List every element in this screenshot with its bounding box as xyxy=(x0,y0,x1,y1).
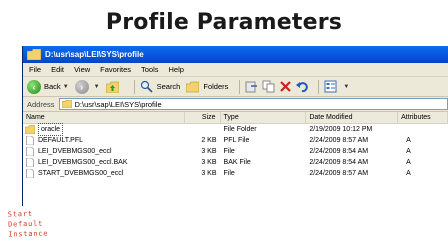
chevron-down-icon: ▼ xyxy=(93,83,100,90)
address-label: Address xyxy=(27,99,55,109)
file-type: File xyxy=(223,170,235,177)
file-row[interactable]: LEI_DVEBMGS00_eccl 3 KB File 2/24/2009 8… xyxy=(23,146,448,157)
folder-icon xyxy=(27,49,41,60)
address-value: D:\usr\sap\LEI\SYS\profile xyxy=(74,99,162,109)
views-button[interactable]: ▼ xyxy=(324,80,349,93)
handwritten-annotation: Start Default Instance xyxy=(8,206,129,239)
chevron-down-icon: ▼ xyxy=(343,83,350,90)
up-folder-button[interactable] xyxy=(105,80,123,93)
file-size: 3 KB xyxy=(201,148,217,155)
file-icon xyxy=(26,158,34,167)
folders-icon xyxy=(186,81,200,93)
search-button[interactable]: Search xyxy=(140,80,181,93)
toolbar-separator xyxy=(133,79,135,94)
file-type: PFL File xyxy=(223,137,250,144)
search-label: Search xyxy=(156,82,181,91)
file-size: 2 KB xyxy=(201,137,217,144)
column-type[interactable]: Type xyxy=(221,111,307,124)
column-date-modified[interactable]: Date Modified xyxy=(306,111,399,124)
file-attributes: A xyxy=(406,159,411,166)
toolbar-separator xyxy=(239,79,241,94)
back-button[interactable]: ‹ Back ▼ xyxy=(27,79,69,94)
file-icon xyxy=(26,136,34,145)
file-date: 2/24/2009 8:54 AM xyxy=(309,148,369,155)
file-type: BAK File xyxy=(223,159,251,166)
file-attributes: A xyxy=(406,137,411,144)
file-type: File Folder xyxy=(223,126,257,133)
address-bar: Address D:\usr\sap\LEI\SYS\profile xyxy=(23,97,448,112)
move-to-icon[interactable] xyxy=(245,80,258,93)
menu-bar: File Edit View Favorites Tools Help xyxy=(23,63,448,77)
file-size: 3 KB xyxy=(201,170,217,177)
window-title: D:\usr\sap\LEI\SYS\profile xyxy=(45,50,144,59)
search-icon xyxy=(140,80,153,93)
file-name: LEI_DVEBMGS00_eccl.BAK xyxy=(38,159,128,166)
file-attributes: A xyxy=(406,170,411,177)
toolbar: ‹ Back ▼ › ▼ Search Folders ▼ xyxy=(23,77,448,97)
file-icon xyxy=(26,147,34,156)
file-date: 2/24/2009 8:57 AM xyxy=(309,170,369,177)
back-arrow-icon: ‹ xyxy=(27,79,41,94)
file-icon xyxy=(26,169,34,178)
address-input[interactable]: D:\usr\sap\LEI\SYS\profile xyxy=(58,98,448,110)
file-row[interactable]: LEI_DVEBMGS00_eccl.BAK 3 KB BAK File 2/2… xyxy=(23,157,448,168)
menu-edit[interactable]: Edit xyxy=(51,65,64,74)
slide-title: Profile Parameters xyxy=(105,10,343,35)
menu-view[interactable]: View xyxy=(74,65,90,74)
window-titlebar[interactable]: D:\usr\sap\LEI\SYS\profile xyxy=(23,46,448,63)
forward-arrow-icon: › xyxy=(74,79,89,94)
file-size: 3 KB xyxy=(201,159,217,166)
column-size[interactable]: Size xyxy=(185,111,221,124)
menu-tools[interactable]: Tools xyxy=(141,65,159,74)
file-name: DEFAULT.PFL xyxy=(38,137,83,144)
file-name: START_DVEBMGS00_eccl xyxy=(38,170,124,177)
column-attributes[interactable]: Attributes xyxy=(398,111,448,124)
file-list: Name Size Type Date Modified Attributes … xyxy=(23,111,448,179)
chevron-down-icon: ▼ xyxy=(62,83,69,90)
menu-help[interactable]: Help xyxy=(169,65,184,74)
file-row[interactable]: START_DVEBMGS00_eccl 3 KB File 2/24/2009… xyxy=(23,168,448,179)
file-row[interactable]: DEFAULT.PFL 2 KB PFL File 2/24/2009 8:57… xyxy=(23,135,448,146)
folder-icon xyxy=(61,100,72,108)
file-date: 2/19/2009 10:12 PM xyxy=(309,126,373,133)
views-icon xyxy=(324,80,337,93)
copy-to-icon[interactable] xyxy=(262,80,275,93)
file-type: File xyxy=(223,148,235,155)
column-name[interactable]: Name xyxy=(23,111,185,124)
file-date: 2/24/2009 8:57 AM xyxy=(309,137,369,144)
folders-button[interactable]: Folders xyxy=(186,80,228,93)
file-row[interactable]: oracle File Folder 2/19/2009 10:12 PM xyxy=(23,123,448,136)
file-attributes: A xyxy=(406,148,411,155)
explorer-window: D:\usr\sap\LEI\SYS\profile File Edit Vie… xyxy=(22,46,448,206)
annotation-line: Instance xyxy=(8,229,49,239)
forward-button[interactable]: › ▼ xyxy=(74,79,100,94)
file-date: 2/24/2009 8:54 AM xyxy=(309,159,369,166)
menu-favorites[interactable]: Favorites xyxy=(100,65,131,74)
toolbar-separator xyxy=(318,79,320,94)
delete-icon[interactable] xyxy=(279,80,292,93)
folders-label: Folders xyxy=(203,82,229,91)
menu-file[interactable]: File xyxy=(29,65,41,74)
file-name: LEI_DVEBMGS00_eccl xyxy=(38,148,112,155)
back-label: Back xyxy=(44,82,61,91)
undo-icon[interactable] xyxy=(296,80,309,93)
up-folder-icon xyxy=(105,81,119,93)
folder-icon xyxy=(25,125,35,134)
